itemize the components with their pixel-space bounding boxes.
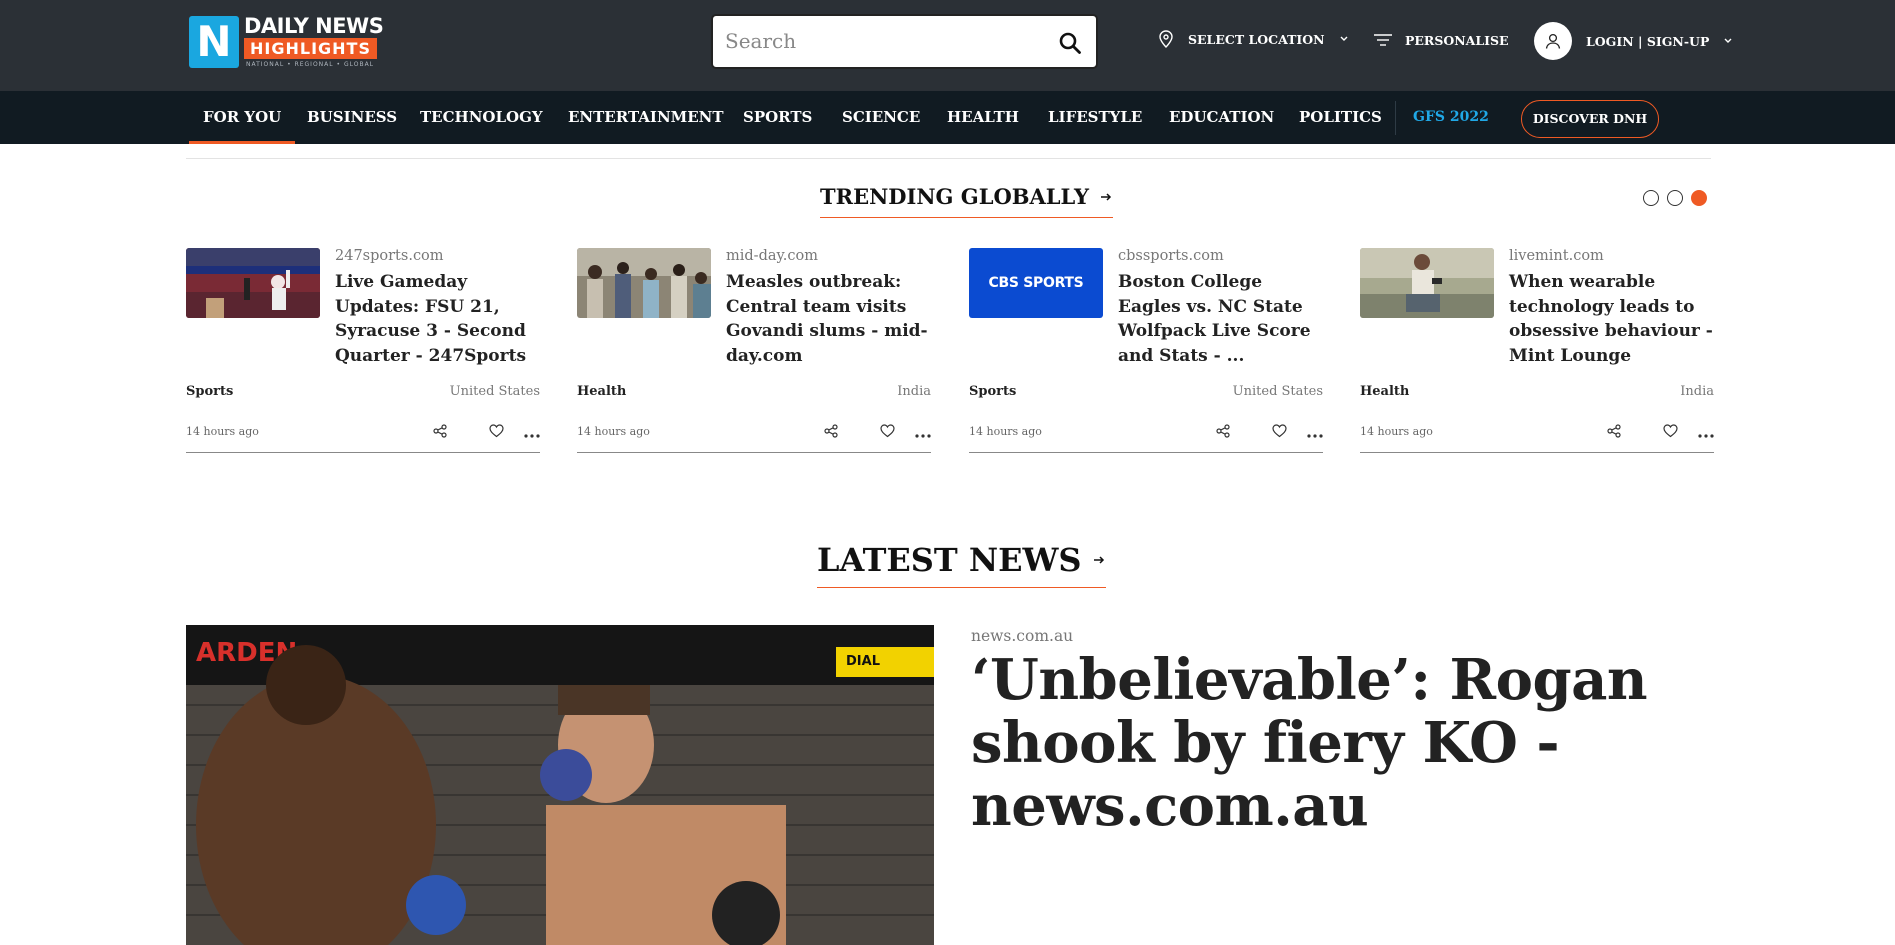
trending-card[interactable]: livemint.com When wearable technology le… (1360, 248, 1714, 453)
section-divider (186, 158, 1711, 159)
nav-item-science[interactable]: SCIENCE (842, 91, 920, 144)
article-source: mid-day.com (726, 248, 818, 264)
article-actions (415, 423, 540, 442)
carousel-pagination (1643, 190, 1707, 206)
logo-line-1: DAILY NEWS (244, 14, 384, 38)
heart-icon[interactable] (880, 423, 895, 442)
share-icon[interactable] (433, 423, 447, 442)
share-icon[interactable] (1216, 423, 1230, 442)
trending-title-text: TRENDING GLOBALLY (820, 184, 1089, 209)
sponsor-banner-text: DIAL (846, 654, 880, 669)
more-options-icon[interactable] (524, 423, 540, 442)
logo-line-2: HIGHLIGHTS (244, 38, 377, 59)
article-category[interactable]: Sports (969, 384, 1016, 399)
trending-card[interactable]: mid-day.com Measles outbreak: Central te… (577, 248, 931, 453)
carousel-dot-2[interactable] (1667, 190, 1683, 206)
logo-tagline: NATIONAL • REGIONAL • GLOBAL (246, 61, 375, 68)
login-signup-button[interactable]: LOGIN | SIGN-UP (1534, 22, 1733, 60)
nav-item-for-you[interactable]: FOR YOU (188, 91, 296, 144)
card-divider (186, 452, 540, 453)
article-title[interactable]: Measles outbreak: Central team visits Go… (726, 270, 936, 368)
search-icon[interactable] (1058, 31, 1082, 55)
article-source: livemint.com (1509, 248, 1604, 264)
article-actions (806, 423, 931, 442)
hero-article-source: news.com.au (971, 627, 1074, 645)
latest-news-section-title[interactable]: LATEST NEWS (817, 541, 1106, 588)
personalise-button[interactable]: PERSONALISE (1373, 32, 1509, 48)
discover-dnh-button[interactable]: DISCOVER DNH (1521, 100, 1659, 138)
logo-mark-icon: N (189, 16, 239, 68)
more-options-icon[interactable] (1698, 423, 1714, 442)
heart-icon[interactable] (1663, 423, 1678, 442)
trending-card[interactable]: CBS SPORTS cbssports.com Boston College … (969, 248, 1323, 453)
carousel-dot-1[interactable] (1643, 190, 1659, 206)
article-time: 14 hours ago (969, 425, 1042, 438)
nav-item-entertainment[interactable]: ENTERTAINMENT (568, 91, 724, 144)
article-thumbnail[interactable] (577, 248, 711, 318)
search-box (711, 14, 1098, 69)
arrow-right-icon (1093, 556, 1104, 564)
location-pin-icon (1159, 30, 1173, 48)
article-category[interactable]: Health (577, 384, 626, 399)
heart-icon[interactable] (1272, 423, 1287, 442)
cbs-sports-logo: CBS SPORTS (988, 275, 1084, 291)
article-country: India (897, 384, 931, 399)
article-title[interactable]: When wearable technology leads to obsess… (1509, 270, 1719, 368)
nav-item-education[interactable]: EDUCATION (1169, 91, 1274, 144)
article-country: United States (1232, 384, 1323, 399)
article-country: India (1680, 384, 1714, 399)
more-options-icon[interactable] (1307, 423, 1323, 442)
select-location-button[interactable]: SELECT LOCATION (1158, 30, 1349, 48)
login-signup-label: LOGIN | SIGN-UP (1586, 33, 1710, 49)
article-actions (1589, 423, 1714, 442)
share-icon[interactable] (824, 423, 838, 442)
nav-divider (1395, 101, 1396, 135)
article-title[interactable]: Boston College Eagles vs. NC State Wolfp… (1118, 270, 1328, 368)
nav-item-business[interactable]: BUSINESS (307, 91, 397, 144)
chevron-down-icon (1340, 36, 1348, 41)
article-title[interactable]: Live Gameday Updates: FSU 21, Syracuse 3… (335, 270, 545, 368)
arrow-right-icon (1100, 192, 1112, 201)
article-time: 14 hours ago (1360, 425, 1433, 438)
site-logo[interactable]: N DAILY NEWS HIGHLIGHTS NATIONAL • REGIO… (189, 14, 389, 70)
filter-lines-icon (1374, 34, 1392, 46)
nav-item-technology[interactable]: TECHNOLOGY (420, 91, 543, 144)
article-thumbnail[interactable] (1360, 248, 1494, 318)
card-divider (577, 452, 931, 453)
trending-section-title[interactable]: TRENDING GLOBALLY (820, 184, 1113, 218)
hero-article-title[interactable]: ‘Unbelievable’: Rogan shook by fiery KO … (971, 649, 1711, 838)
hero-article-image[interactable]: ARDEN DIAL (186, 625, 934, 945)
article-actions (1198, 423, 1323, 442)
search-input[interactable] (725, 26, 1045, 56)
trending-card[interactable]: 247sports.com Live Gameday Updates: FSU … (186, 248, 540, 453)
article-thumbnail[interactable] (186, 248, 320, 318)
chevron-down-icon (1724, 38, 1732, 43)
nav-item-gfs-2022[interactable]: GFS 2022 (1413, 91, 1489, 144)
select-location-label: SELECT LOCATION (1188, 31, 1325, 47)
nav-item-politics[interactable]: POLITICS (1299, 91, 1382, 144)
user-avatar-icon (1534, 22, 1572, 60)
nav-item-lifestyle[interactable]: LIFESTYLE (1048, 91, 1142, 144)
article-time: 14 hours ago (186, 425, 259, 438)
more-options-icon[interactable] (915, 423, 931, 442)
personalise-label: PERSONALISE (1405, 32, 1509, 48)
nav-item-sports[interactable]: SPORTS (743, 91, 812, 144)
carousel-dot-3[interactable] (1691, 190, 1707, 206)
top-header: N DAILY NEWS HIGHLIGHTS NATIONAL • REGIO… (0, 0, 1895, 91)
article-source: cbssports.com (1118, 248, 1224, 264)
heart-icon[interactable] (489, 423, 504, 442)
card-divider (1360, 452, 1714, 453)
nav-item-health[interactable]: HEALTH (947, 91, 1019, 144)
latest-news-title-text: LATEST NEWS (817, 541, 1082, 579)
article-country: United States (449, 384, 540, 399)
card-divider (969, 452, 1323, 453)
article-source: 247sports.com (335, 248, 444, 264)
article-category[interactable]: Health (1360, 384, 1409, 399)
article-thumbnail[interactable]: CBS SPORTS (969, 248, 1103, 318)
article-time: 14 hours ago (577, 425, 650, 438)
article-category[interactable]: Sports (186, 384, 233, 399)
share-icon[interactable] (1607, 423, 1621, 442)
